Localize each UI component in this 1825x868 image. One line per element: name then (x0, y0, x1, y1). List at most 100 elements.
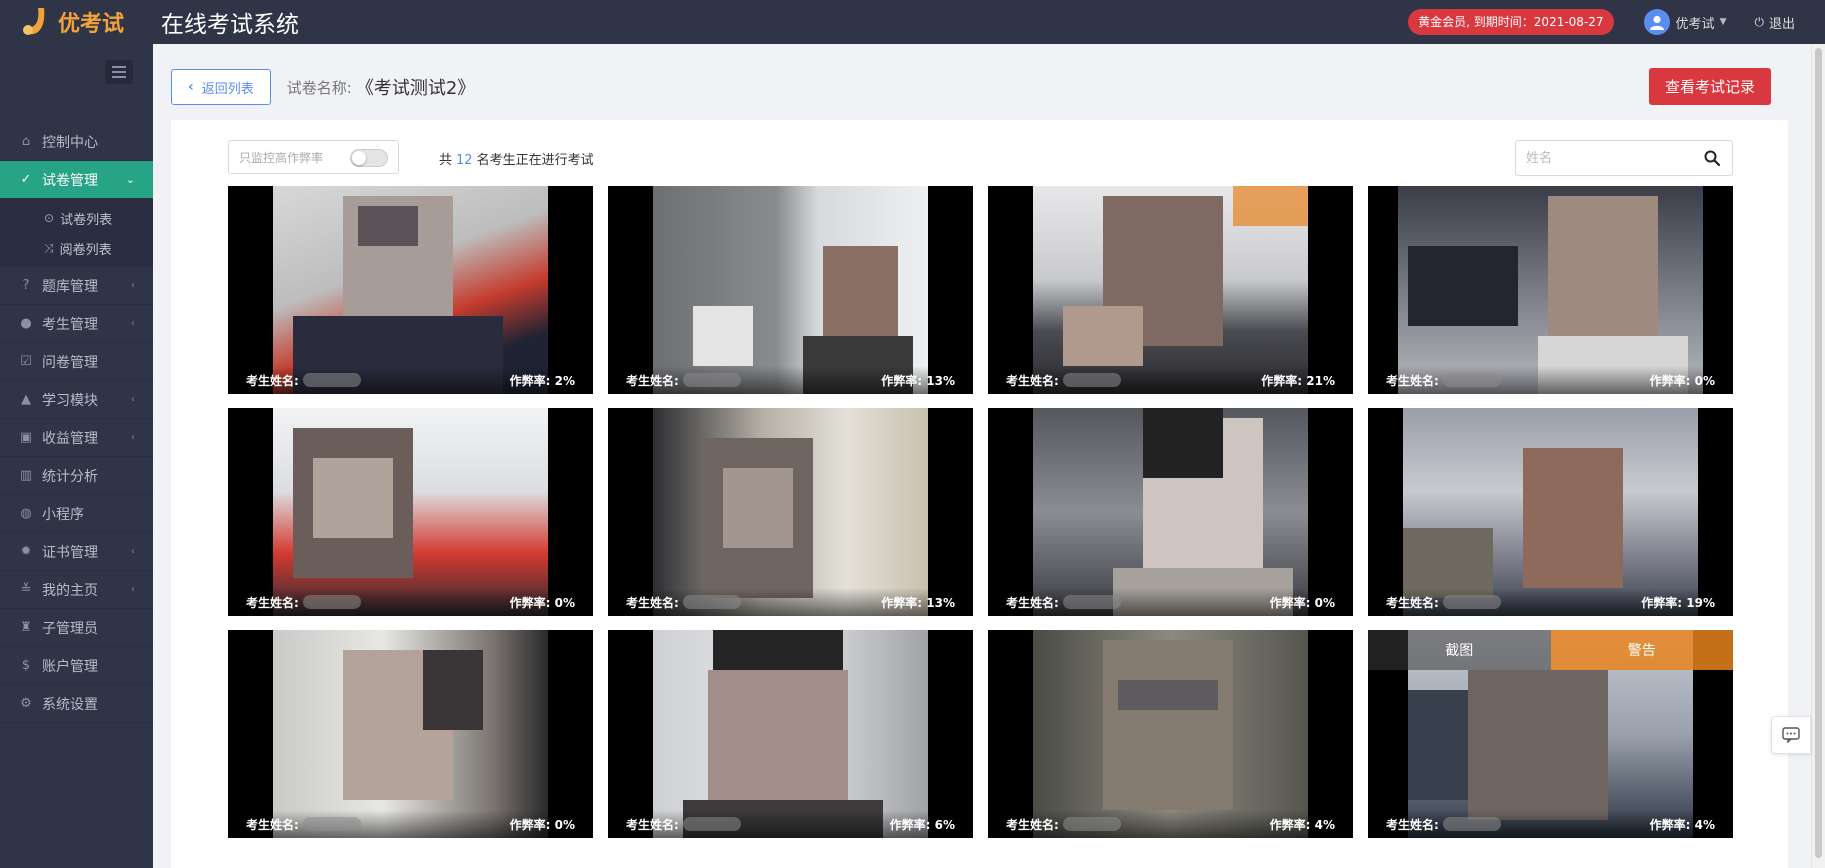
check-circle-icon: ⊙ (44, 211, 55, 225)
camera-tile[interactable]: 考生姓名: 作弊率: 13% (608, 408, 973, 616)
camera-tile[interactable]: 考生姓名: 作弊率: 0% (1368, 186, 1733, 394)
camera-tile[interactable]: 考生姓名: 作弊率: 19% (1368, 408, 1733, 616)
candidate-name-label: 考生姓名: (1006, 373, 1059, 388)
candidate-name-label: 考生姓名: (1006, 817, 1059, 832)
sidebar-item-label: 统计分析 (42, 468, 98, 485)
camera-tile[interactable]: 考生姓名: 作弊率: 6% (608, 630, 973, 838)
candidate-name-label: 考生姓名: (626, 373, 679, 388)
sidebar-item-sub-admin[interactable]: ♜ 子管理员 (0, 609, 153, 647)
sub-admin-icon: ♜ (20, 620, 32, 635)
sidebar-item-survey[interactable]: ☑ 问卷管理 (0, 343, 153, 381)
sidebar-item-label: 小程序 (42, 506, 84, 523)
cheat-rate-label: 作弊率: (1641, 595, 1683, 610)
candidate-name-label: 考生姓名: (246, 595, 299, 610)
sidebar-menu: ⌂ 控制中心 ✓ 试卷管理 ⌄ ⊙ 试卷列表 ⤨ 阅卷列表 ? 题库管理 ‹ ● 考生管理 ‹ ☑… (0, 123, 153, 723)
camera-tile[interactable]: 考生姓名: 作弊率: 13% (608, 186, 973, 394)
chevron-down-icon: ▼ (1719, 17, 1727, 27)
sidebar-item-label: 问卷管理 (42, 354, 98, 371)
filter-label: 只监控高作弊率 (239, 150, 324, 165)
warn-button[interactable]: 警告 (1550, 630, 1733, 670)
sidebar-item-learning[interactable]: ▲ 学习模块 ‹ (0, 381, 153, 419)
view-exam-records-button[interactable]: 查看考试记录 (1648, 68, 1771, 105)
power-icon: ⏻ (1754, 14, 1764, 29)
homepage-icon: ≚ (20, 582, 32, 597)
chevron-left-icon: ‹ (131, 394, 135, 405)
sidebar-item-label: 子管理员 (42, 620, 98, 637)
cheat-rate-label: 作弊率: (881, 373, 923, 388)
sidebar-item-settings[interactable]: ⚙ 系统设置 (0, 685, 153, 723)
sidebar-item-question-bank[interactable]: ? 题库管理 ‹ (0, 267, 153, 305)
page-scrollbar[interactable] (1811, 44, 1825, 868)
camera-tile[interactable]: 截图 警告 考生姓名: 作弊率: 4% (1368, 630, 1733, 838)
candidate-name-label: 考生姓名: (1006, 595, 1059, 610)
paper-name-label: 试卷名称: (286, 78, 352, 97)
search-icon[interactable] (1692, 141, 1732, 175)
candidate-name-label: 考生姓名: (1386, 595, 1439, 610)
chevron-left-icon: ‹ (131, 280, 135, 291)
bar-chart-icon: ▥ (19, 468, 33, 483)
cheat-rate: 0% (1314, 595, 1335, 610)
sidebar-item-homepage[interactable]: ≚ 我的主页 ‹ (0, 571, 153, 609)
name-search-input[interactable] (1516, 143, 1692, 173)
sidebar-item-label: 我的主页 (42, 582, 98, 599)
top-bar: 优考试 在线考试系统 黄金会员, 到期时间：2021-08-27 优考试 ▼ ⏻… (0, 0, 1825, 44)
user-menu[interactable]: 优考试 ▼ (1643, 9, 1727, 35)
cheat-rate-label: 作弊率: (881, 595, 923, 610)
user-icon: ● (20, 316, 32, 331)
chevron-left-icon: ‹ (131, 584, 135, 595)
cheat-rate-label: 作弊率: (1649, 817, 1691, 832)
sidebar-item-certificates[interactable]: ✹ 证书管理 ‹ (0, 533, 153, 571)
checkbox-icon: ☑ (20, 354, 32, 369)
shuffle-icon: ⤨ (44, 240, 54, 255)
sidebar-item-candidates[interactable]: ● 考生管理 ‹ (0, 305, 153, 343)
check-circle-icon: ✓ (20, 172, 32, 187)
dollar-icon: $ (21, 658, 31, 673)
brand[interactable]: 优考试 (0, 0, 153, 44)
camera-tile[interactable]: 考生姓名: 作弊率: 0% (988, 408, 1353, 616)
sidebar-subitem-paper-list[interactable]: ⊙ 试卷列表 (0, 203, 153, 233)
home-icon: ⌂ (21, 134, 31, 149)
candidate-name-label: 考生姓名: (246, 817, 299, 832)
cheat-rate-label: 作弊率: (1649, 373, 1691, 388)
menu-toggle-icon[interactable] (105, 60, 133, 84)
camera-tile[interactable]: 考生姓名: 作弊率: 0% (228, 408, 593, 616)
back-to-list-button[interactable]: ‹ 返回列表 (171, 69, 271, 105)
logout-label: 退出 (1768, 16, 1795, 32)
candidate-count-text: 共 12 名考生正在进行考试 (439, 149, 594, 168)
camera-tile[interactable]: 考生姓名: 作弊率: 21% (988, 186, 1353, 394)
paper-name: 《考试测试2》 (355, 78, 476, 99)
camera-tile[interactable]: 考生姓名: 作弊率: 2% (228, 186, 593, 394)
high-cheat-filter[interactable]: 只监控高作弊率 (228, 140, 399, 174)
cheat-rate-label: 作弊率: (1269, 817, 1311, 832)
logout-button[interactable]: ⏻ 退出 (1754, 13, 1795, 32)
cheat-rate: 6% (934, 817, 955, 832)
sidebar-item-revenue[interactable]: ▣ 收益管理 ‹ (0, 419, 153, 457)
cheat-rate: 4% (1694, 817, 1715, 832)
camera-tile[interactable]: 考生姓名: 作弊率: 4% (988, 630, 1353, 838)
back-label: 返回列表 (201, 81, 254, 97)
sidebar-item-statistics[interactable]: ▥ 统计分析 (0, 457, 153, 495)
sidebar-item-miniprogram[interactable]: ◍ 小程序 (0, 495, 153, 533)
sidebar-item-paper-management[interactable]: ✓ 试卷管理 ⌄ (0, 161, 153, 199)
filter-toggle[interactable] (350, 149, 388, 167)
camera-grid: 考生姓名: 作弊率: 2% 考生姓名: 作弊率: 13% 考生姓名: 作弊率: 21% (228, 186, 1733, 838)
chat-icon[interactable] (1771, 716, 1811, 754)
graduation-cap-icon: ▲ (21, 392, 31, 407)
cheat-rate-label: 作弊率: (889, 817, 931, 832)
main-content: ‹ 返回列表 试卷名称: 《考试测试2》 查看考试记录 只监控高作弊率 共 12 名考… (153, 44, 1825, 868)
sidebar-item-label: 考生管理 (42, 316, 98, 333)
screenshot-button[interactable]: 截图 (1368, 630, 1551, 670)
sidebar-subitem-grading-list[interactable]: ⤨ 阅卷列表 (0, 233, 153, 263)
cheat-rate: 13% (926, 595, 955, 610)
chevron-left-icon: ‹ (131, 318, 135, 329)
chevron-down-icon: ⌄ (125, 173, 135, 186)
sidebar-subitem-label: 阅卷列表 (59, 242, 112, 258)
sidebar-item-label: 收益管理 (42, 430, 98, 447)
sidebar-item-dashboard[interactable]: ⌂ 控制中心 (0, 123, 153, 161)
sidebar-item-account[interactable]: $ 账户管理 (0, 647, 153, 685)
candidate-name-label: 考生姓名: (1386, 373, 1439, 388)
vip-badge[interactable]: 黄金会员, 到期时间：2021-08-27 (1408, 9, 1614, 35)
logo-icon (20, 4, 52, 40)
cheat-rate: 13% (926, 373, 955, 388)
camera-tile[interactable]: 考生姓名: 作弊率: 0% (228, 630, 593, 838)
